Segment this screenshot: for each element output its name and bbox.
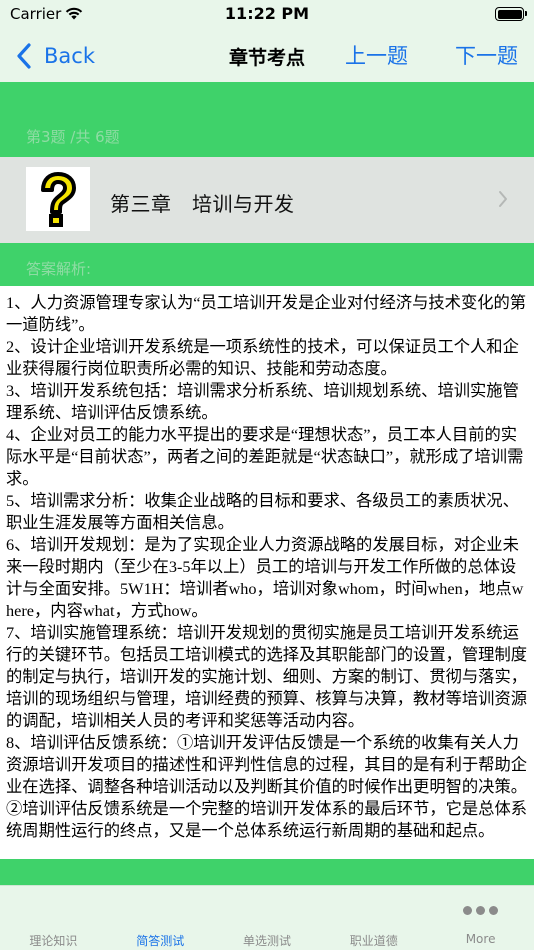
navigation-bar: Back 章节考点 上一题 下一题 <box>0 30 534 82</box>
previous-question-button[interactable]: 上一题 <box>345 40 408 70</box>
tab-theory-knowledge[interactable]: 理论知识 <box>0 886 107 950</box>
tab-professional-ethics[interactable]: 职业道德 <box>320 886 427 950</box>
battery-icon <box>495 7 527 21</box>
back-button[interactable]: Back <box>14 38 95 74</box>
tab-bar: 理论知识 简答测试 单选测试 职业道德 More <box>0 885 534 950</box>
chapter-row[interactable]: 第三章 培训与开发 <box>0 157 534 243</box>
answer-panel: 1、人力资源管理专家认为“员工培训开发是企业对付经济与技术变化的第一道防线”。 … <box>0 286 534 859</box>
tab-label: 单选测试 <box>242 934 291 948</box>
answer-label: 答案解析: <box>26 260 92 278</box>
next-question-button[interactable]: 下一题 <box>455 40 518 70</box>
back-label: Back <box>44 44 95 68</box>
tab-more[interactable]: More <box>427 886 534 950</box>
status-bar: Carrier 11:22 PM <box>0 0 534 30</box>
chapter-title: 第三章 培训与开发 <box>110 192 295 216</box>
more-dots-icon <box>427 906 534 915</box>
tab-label: 职业道德 <box>349 934 398 948</box>
tab-label: 理论知识 <box>29 934 78 948</box>
chevron-right-icon <box>499 191 507 207</box>
question-index: 第3题 /共 6题 <box>26 128 120 146</box>
tab-label: More <box>465 932 496 946</box>
clock: 11:22 PM <box>224 4 310 23</box>
chevron-left-icon <box>17 43 31 69</box>
question-mark-icon <box>26 167 90 231</box>
tab-short-answer-test[interactable]: 简答测试 <box>107 886 214 950</box>
answer-text: 1、人力资源管理专家认为“员工培训开发是企业对付经济与技术变化的第一道防线”。 … <box>6 293 528 840</box>
tab-label: 简答测试 <box>136 934 185 948</box>
tab-single-choice-test[interactable]: 单选测试 <box>214 886 321 950</box>
